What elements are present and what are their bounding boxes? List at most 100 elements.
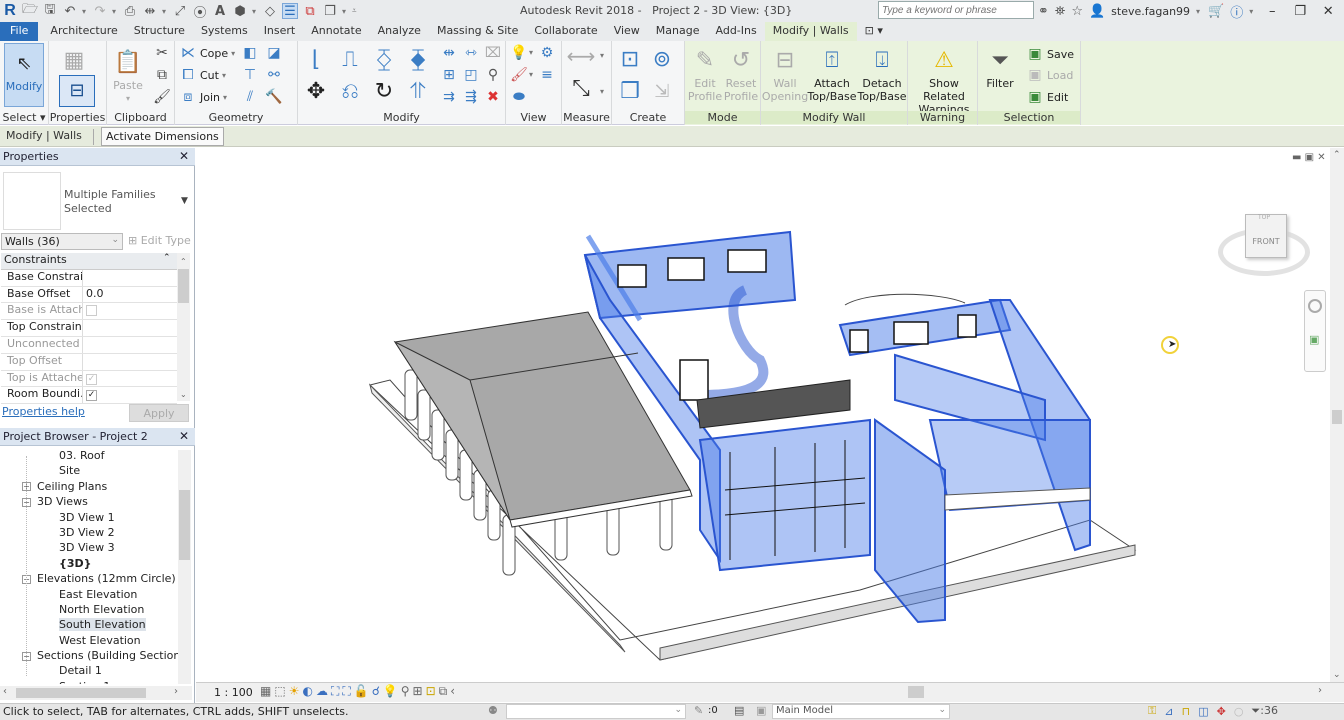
close-properties-icon[interactable]: ✕ <box>179 149 189 163</box>
selection-box-icon[interactable]: ⬬ <box>510 88 528 106</box>
type-selector-dropdown-icon[interactable]: ▼ <box>181 196 188 206</box>
create-similar-icon[interactable]: ⇲ <box>648 77 676 105</box>
drag-on-selection-icon[interactable]: ✥ <box>1217 705 1226 718</box>
switch-windows-dropdown-icon[interactable]: ▾ <box>342 7 348 16</box>
copy-element-icon[interactable]: ⎌ <box>336 77 364 105</box>
detach-top-base-button[interactable]: ⍗ Detach Top/Base <box>857 45 907 103</box>
cut-scissors-icon[interactable]: ✂ <box>153 44 171 62</box>
view-minimize-icon[interactable]: ▬ <box>1292 152 1301 163</box>
switch-windows-icon[interactable]: ❐ <box>322 3 338 19</box>
thin-lines-icon[interactable]: ☰ <box>282 3 298 19</box>
view-scale[interactable]: 1 : 100 <box>214 686 253 699</box>
modify-button[interactable]: ⇖ Modify <box>4 43 44 107</box>
unlocked-3d-view-icon[interactable]: 🔓 <box>354 684 369 699</box>
viewcube-front-face[interactable]: FRONT <box>1252 237 1279 246</box>
filter-button[interactable]: ⏷ Filter <box>982 45 1018 90</box>
activate-dimensions-button[interactable]: Activate Dimensions <box>101 127 224 146</box>
temporary-hide-icon[interactable]: ☌ <box>372 684 380 699</box>
rotate-icon[interactable]: ↻ <box>370 77 398 105</box>
unpin-icon[interactable]: ⌧ <box>484 44 502 62</box>
scale-icon[interactable]: ◰ <box>462 66 480 84</box>
save-selection-button[interactable]: ▣ Save <box>1026 44 1074 64</box>
undo-dropdown-icon[interactable]: ▾ <box>82 7 88 16</box>
split-element-icon[interactable]: ⇹ <box>440 44 458 62</box>
redo-icon[interactable]: ↷ <box>92 3 108 19</box>
reveal-constraints-icon[interactable]: ⧉ <box>439 684 448 699</box>
property-row[interactable]: Room Boundi... ✓ <box>1 387 177 405</box>
select-pinned-icon[interactable]: ⊓ <box>1182 705 1191 718</box>
demolish-icon[interactable]: ⚯ <box>265 66 283 84</box>
scroll-right-icon[interactable]: › <box>174 686 178 697</box>
override-graphics-icon[interactable]: ⚙ <box>538 44 556 62</box>
user-dropdown-icon[interactable]: ▾ <box>1196 7 1202 16</box>
project-browser-scrollbar[interactable] <box>178 450 191 684</box>
tab-file[interactable]: File <box>0 22 39 41</box>
split-face-icon[interactable]: ◧ <box>241 44 259 62</box>
wall-joins-icon[interactable]: ⊤ <box>241 66 259 84</box>
scrollbar-thumb[interactable] <box>179 490 190 560</box>
property-row[interactable]: Base Constraint <box>1 269 177 287</box>
filter-status-icon[interactable]: ⏷:36 <box>1251 704 1278 718</box>
view-bar-scroll-left-icon[interactable]: ‹ <box>450 684 455 699</box>
user-name[interactable]: steve.fagan99 <box>1111 5 1190 18</box>
tab-add-ins[interactable]: Add-Ins <box>708 22 765 41</box>
move-icon[interactable]: ✥ <box>302 77 330 105</box>
create-group-icon[interactable]: ❒ <box>616 77 644 105</box>
3d-view-dropdown-icon[interactable]: ▾ <box>252 7 258 16</box>
tab-analyze[interactable]: Analyze <box>370 22 429 41</box>
measure-dropdown-icon[interactable]: ▾ <box>600 51 606 60</box>
edit-selection-button[interactable]: ▣ Edit <box>1026 87 1068 107</box>
default-3d-view-icon[interactable]: ⬢ <box>232 3 248 19</box>
split-tool-icon[interactable]: ⫽ <box>241 88 259 106</box>
3d-viewport[interactable] <box>196 148 1330 682</box>
viewport-scroll-right-icon[interactable]: › <box>1318 685 1322 696</box>
close-button[interactable]: ✕ <box>1317 4 1339 19</box>
tree-item[interactable]: Section 1 <box>0 679 178 684</box>
tab-insert[interactable]: Insert <box>256 22 304 41</box>
viewport-hscroll-thumb[interactable] <box>908 686 924 698</box>
select-by-face-icon[interactable]: ◫ <box>1198 705 1208 718</box>
text-icon[interactable]: A <box>212 3 228 19</box>
scroll-up-icon[interactable]: ⌃ <box>1333 150 1341 160</box>
reset-profile-button[interactable]: ↺ Reset Profile <box>722 45 760 103</box>
exchange-cart-icon[interactable]: 🛒 <box>1208 4 1224 19</box>
crop-view-icon[interactable]: ⛶ <box>331 684 339 699</box>
highlight-displacement-icon[interactable]: ⊡ <box>426 684 436 699</box>
rendering-icon[interactable]: ☁ <box>316 684 328 699</box>
properties-scrollbar[interactable]: ⌃ ⌄ <box>177 253 190 401</box>
revit-logo-icon[interactable]: R <box>2 2 18 19</box>
show-related-warnings-button[interactable]: ⚠ Show Related Warnings <box>910 45 978 116</box>
tab-manage[interactable]: Manage <box>648 22 708 41</box>
create-parts-icon[interactable]: ⊚ <box>648 45 676 73</box>
load-selection-button[interactable]: ▣ Load <box>1026 65 1073 85</box>
show-analytical-model-icon[interactable]: ⊞ <box>413 684 423 699</box>
pin-icon[interactable]: ⚲ <box>484 66 502 84</box>
select-dropdown[interactable]: Select ▾ <box>0 111 48 124</box>
scrollbar-thumb[interactable] <box>16 688 146 698</box>
delete-icon[interactable]: ✖ <box>484 88 502 106</box>
zoom-region-icon[interactable]: ▣ <box>1309 333 1319 346</box>
scrollbar-thumb[interactable] <box>1332 410 1342 424</box>
restore-button[interactable]: ❐ <box>1289 4 1311 19</box>
copy-icon[interactable]: ⧉ <box>153 66 171 84</box>
steering-wheel-icon[interactable] <box>1308 299 1322 313</box>
property-group-constraints[interactable]: Constraints ⌃ <box>1 253 177 270</box>
attach-top-base-button[interactable]: ⍐ Attach Top/Base <box>807 45 857 103</box>
section-icon[interactable]: ◇ <box>262 3 278 19</box>
scroll-up-icon[interactable]: ⌃ <box>180 257 187 266</box>
reveal-hidden-icon[interactable]: 💡 <box>383 684 398 699</box>
paint-icon[interactable]: ◪ <box>265 44 283 62</box>
measure-between-references-icon[interactable]: ⟷ <box>566 44 596 68</box>
redo-dropdown-icon[interactable]: ▾ <box>112 7 118 16</box>
instance-filter-dropdown[interactable]: Walls (36) ⌄ <box>1 233 123 250</box>
detail-level-icon[interactable]: ▦ <box>260 684 271 699</box>
trim-extend-single-icon[interactable]: ⇉ <box>440 88 458 106</box>
properties-toggle-button[interactable]: ⊟ <box>59 75 95 107</box>
aligned-dimension-tool-icon[interactable]: ⤡ <box>566 76 596 101</box>
align-icon[interactable]: ⌊ <box>302 45 330 73</box>
temporary-view-properties-icon[interactable]: ⚲ <box>401 684 410 699</box>
visual-style-icon[interactable]: ⬚ <box>274 684 285 699</box>
edit-profile-button[interactable]: ✎ Edit Profile <box>687 45 723 103</box>
print-icon[interactable]: ⎙ <box>122 3 138 19</box>
paste-button[interactable]: 📋 Paste ▾ <box>113 47 143 105</box>
